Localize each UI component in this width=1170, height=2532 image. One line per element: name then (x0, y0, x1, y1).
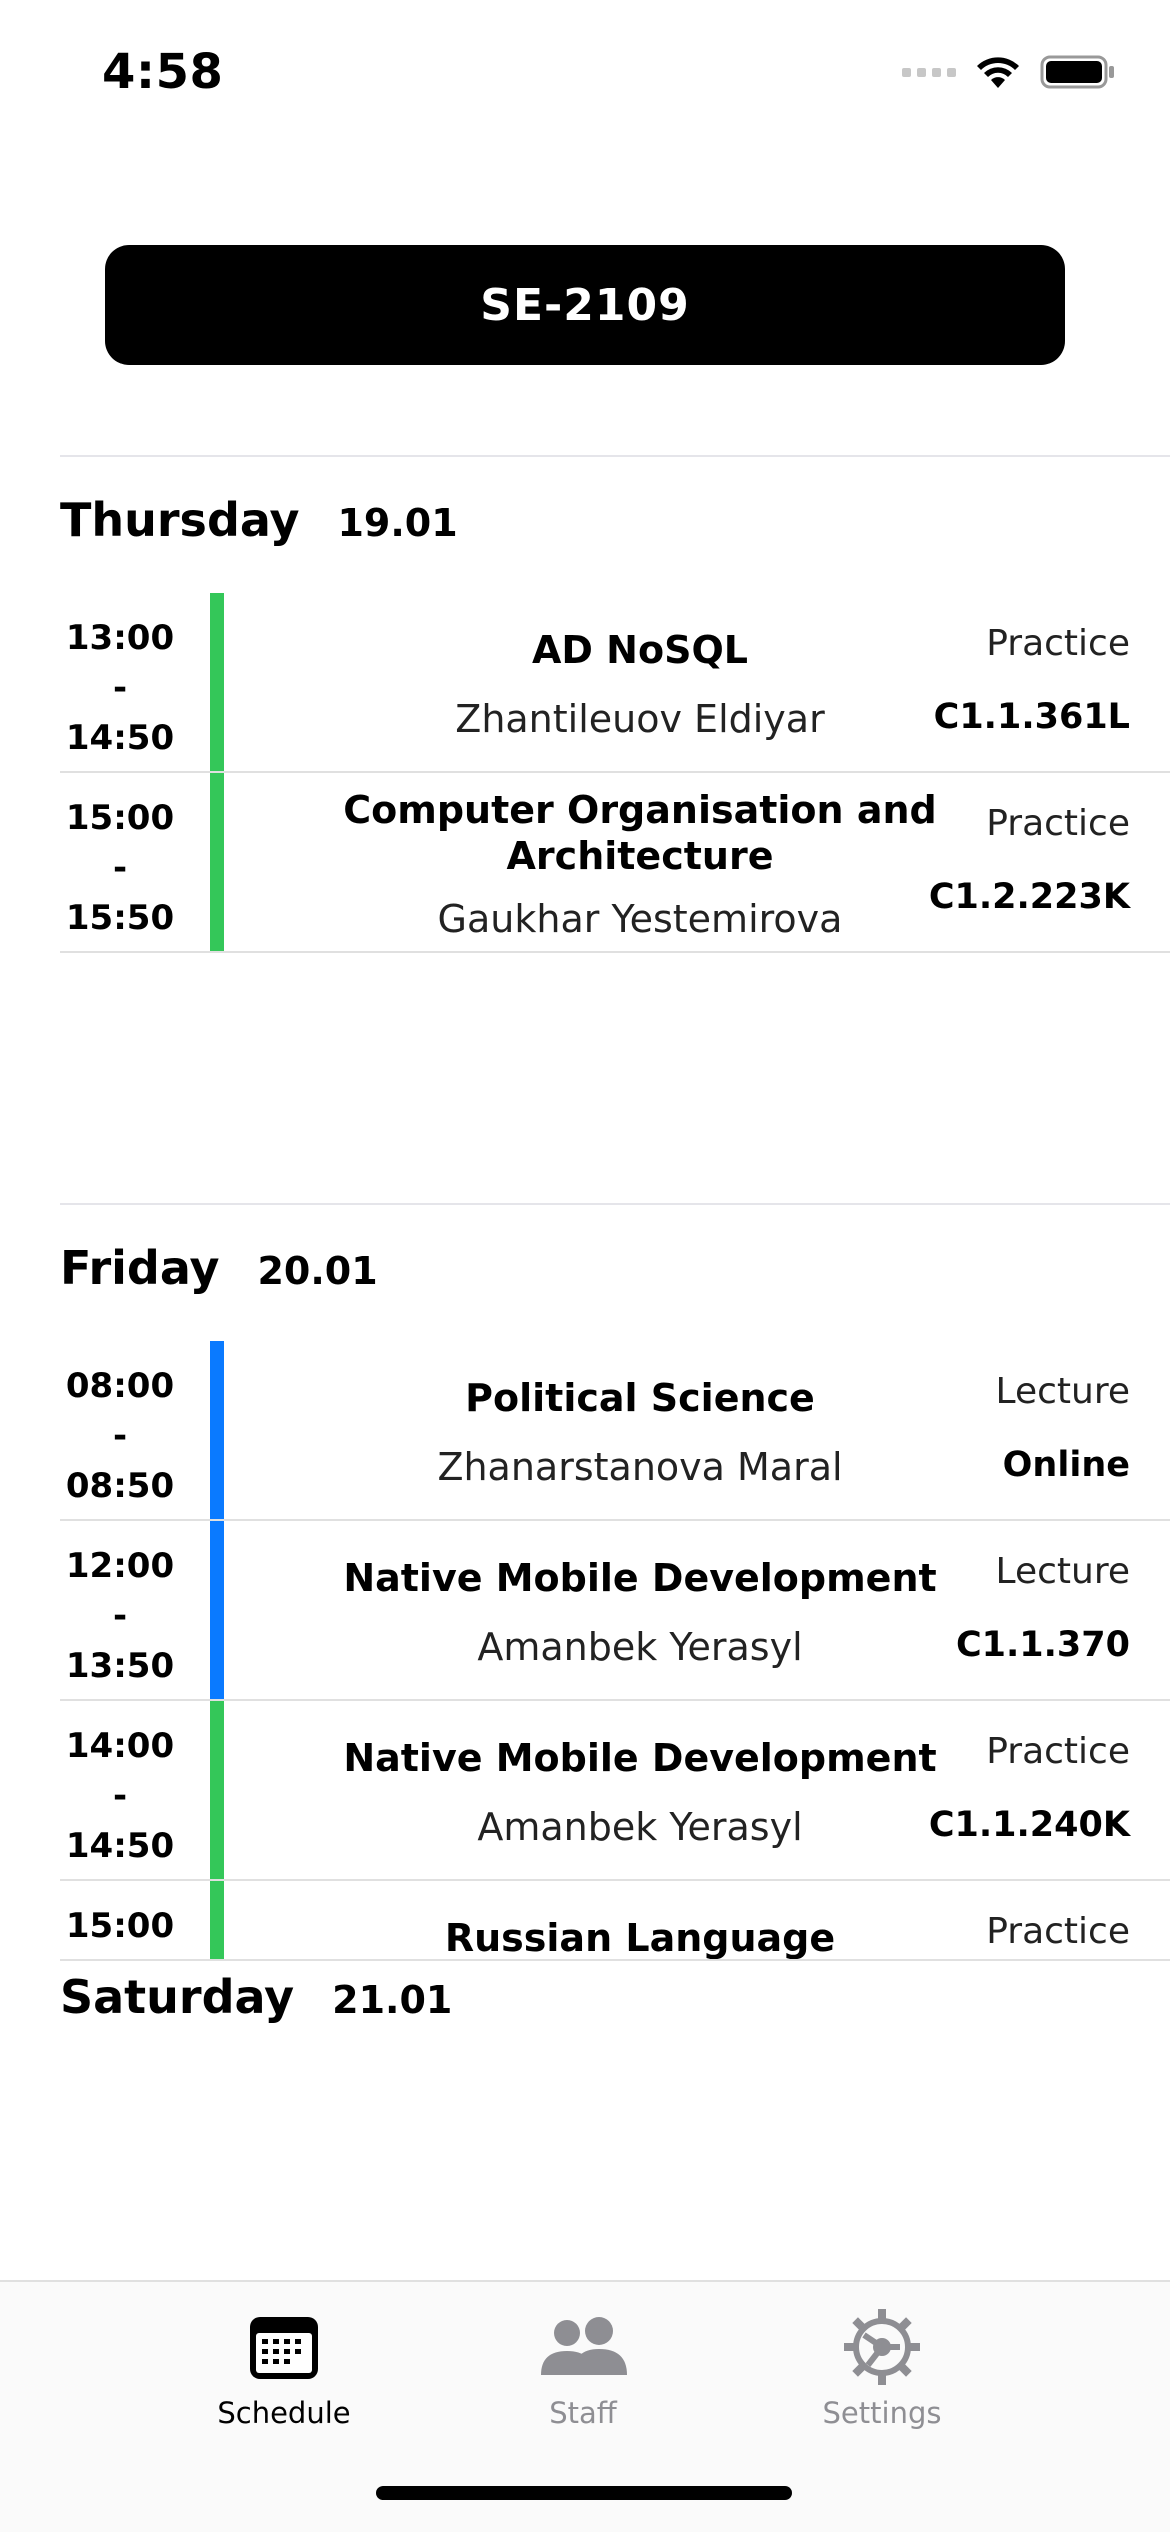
lesson-time: 13:00 - 14:50 (65, 618, 175, 758)
lesson-color-bar (210, 1701, 224, 1879)
tab-label: Staff (549, 2396, 617, 2430)
day-name: Thursday (60, 493, 300, 547)
lesson-color-bar (210, 593, 224, 771)
lesson-room: C1.1.240K (928, 1805, 1130, 1845)
lesson-room: C1.1.370 (955, 1625, 1130, 1665)
lesson-teacher: Zhantileuov Eldiyar (455, 697, 825, 741)
day-section-friday: Friday 20.01 08:00 - 08:50 Political Sci… (60, 1203, 1170, 1961)
lesson-color-bar (210, 1881, 224, 1959)
home-indicator (376, 2486, 792, 2500)
divider (60, 1203, 1170, 1205)
group-select-button[interactable]: SE-2109 (105, 245, 1065, 365)
lesson-teacher: Gaukhar Yestemirova (437, 897, 843, 941)
status-time: 4:58 (102, 44, 224, 100)
lesson-time: 08:00 - 08:50 (65, 1366, 175, 1506)
divider (60, 455, 1170, 457)
calendar-icon (164, 2302, 404, 2392)
lesson-teacher: Amanbek Yerasyl (477, 1625, 803, 1669)
lesson-row[interactable]: 13:00 - 14:50 AD NoSQL Zhantileuov Eldiy… (60, 593, 1170, 773)
lesson-type: Lecture (995, 1551, 1130, 1592)
lesson-subject: Native Mobile Development (343, 1556, 937, 1600)
lesson-room: C1.1.361L (933, 697, 1130, 737)
lesson-room: C1.2.223K (928, 877, 1130, 917)
day-header: Thursday 19.01 (60, 493, 1170, 563)
tab-schedule[interactable]: Schedule (164, 2302, 404, 2430)
lesson-room: Online (1002, 1445, 1130, 1485)
day-section-thursday: Thursday 19.01 13:00 - 14:50 AD NoSQL Zh… (60, 455, 1170, 953)
tab-staff[interactable]: Staff (463, 2302, 703, 2430)
tab-label: Schedule (217, 2396, 351, 2430)
lesson-type: Lecture (995, 1371, 1130, 1412)
lesson-time: 12:00 - 13:50 (65, 1546, 175, 1686)
lesson-row[interactable]: 15:00 - 15:50 Computer Organisation and … (60, 773, 1170, 953)
lesson-color-bar (210, 773, 224, 951)
lesson-teacher: Amanbek Yerasyl (477, 1805, 803, 1849)
lesson-type: Practice (986, 1731, 1130, 1772)
lesson-teacher: Zhanarstanova Maral (437, 1445, 843, 1489)
day-header: Friday 20.01 (60, 1241, 1170, 1311)
day-name: Saturday (60, 1970, 295, 2024)
wifi-icon (977, 57, 1019, 88)
day-header: Saturday 21.01 (60, 1970, 1170, 2040)
lesson-row[interactable]: 12:00 - 13:50 Native Mobile Development … (60, 1521, 1170, 1701)
lesson-color-bar (210, 1341, 224, 1519)
day-date: 19.01 (337, 501, 458, 545)
lesson-subject: Computer Organisation and Architecture (343, 788, 937, 878)
gear-icon (762, 2302, 1002, 2392)
day-name: Friday (60, 1241, 220, 1295)
tab-label: Settings (822, 2396, 942, 2430)
lesson-row[interactable]: 14:00 - 14:50 Native Mobile Development … (60, 1701, 1170, 1881)
people-icon (463, 2302, 703, 2392)
battery-icon (1040, 55, 1114, 89)
lesson-subject: Native Mobile Development (343, 1736, 937, 1780)
lesson-row[interactable]: 15:00 Russian Language Practice (60, 1881, 1170, 1961)
lesson-type: Practice (986, 1911, 1130, 1952)
lesson-time: 15:00 (65, 1906, 175, 1946)
day-date: 20.01 (257, 1249, 378, 1293)
day-date: 21.01 (332, 1978, 453, 2022)
lesson-subject: Political Science (465, 1376, 815, 1420)
tab-settings[interactable]: Settings (762, 2302, 1002, 2430)
lesson-color-bar (210, 1521, 224, 1699)
status-icons (902, 52, 1116, 92)
lesson-subject: AD NoSQL (532, 628, 748, 672)
lesson-row[interactable]: 08:00 - 08:50 Political Science Zhanarst… (60, 1341, 1170, 1521)
day-section-saturday: Saturday 21.01 (60, 1950, 1170, 2040)
lesson-type: Practice (986, 623, 1130, 664)
lesson-type: Practice (986, 803, 1130, 844)
lesson-time: 14:00 - 14:50 (65, 1726, 175, 1866)
lesson-time: 15:00 - 15:50 (65, 798, 175, 938)
cellular-signal-icon (902, 67, 956, 77)
status-bar: 4:58 (0, 0, 1170, 140)
